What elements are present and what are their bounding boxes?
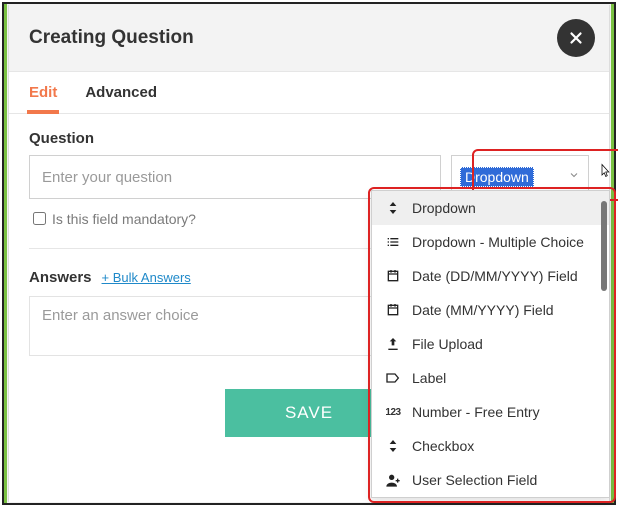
calendar-icon (384, 301, 402, 319)
dropdown-option-label: Date (MM/YYYY) Field (412, 302, 554, 318)
tab-edit[interactable]: Edit (29, 72, 57, 113)
mandatory-checkbox[interactable] (33, 212, 46, 225)
question-section-label: Question (29, 130, 589, 147)
dropdown-option-label: Label (412, 370, 446, 386)
upload-icon (384, 335, 402, 353)
mandatory-label: Is this field mandatory? (52, 211, 196, 227)
sort-icon (384, 437, 402, 455)
calendar-icon (384, 267, 402, 285)
number-icon: 123 (384, 403, 402, 421)
tab-advanced[interactable]: Advanced (85, 72, 157, 113)
question-type-selected-value: Dropdown (460, 167, 534, 187)
close-button[interactable] (557, 19, 595, 57)
dropdown-option-label: Date (DD/MM/YYYY) Field (412, 268, 578, 284)
dropdown-option[interactable]: Checkbox (372, 429, 609, 463)
dropdown-option[interactable]: User Selection Field (372, 463, 609, 497)
modal-title: Creating Question (29, 27, 194, 49)
user-icon (384, 471, 402, 489)
dropdown-option-label: File Upload (412, 336, 483, 352)
dropdown-option[interactable]: Dropdown - Multiple Choice (372, 225, 609, 259)
dropdown-option[interactable]: Dropdown (372, 191, 609, 225)
save-button[interactable]: SAVE (225, 389, 393, 437)
dropdown-option[interactable]: Date (DD/MM/YYYY) Field (372, 259, 609, 293)
answers-section-label: Answers (29, 269, 92, 286)
chevron-down-icon (568, 168, 580, 186)
dropdown-scrollbar[interactable] (601, 201, 607, 291)
dropdown-option-label: Checkbox (412, 438, 474, 454)
dropdown-option[interactable]: File Upload (372, 327, 609, 361)
close-icon (567, 29, 585, 47)
dropdown-option-label: Number - Free Entry (412, 404, 540, 420)
dropdown-option[interactable]: Date (MM/YYYY) Field (372, 293, 609, 327)
dropdown-option-label: Dropdown (412, 200, 476, 216)
bulk-answers-link[interactable]: + Bulk Answers (102, 270, 191, 285)
tag-icon (384, 369, 402, 387)
dropdown-option-label: User Selection Field (412, 472, 537, 488)
question-type-dropdown[interactable]: Dropdown Dropdown - Multiple Choice Date (… (371, 190, 610, 498)
dropdown-option[interactable]: 123 Number - Free Entry (372, 395, 609, 429)
tab-bar: Edit Advanced (9, 72, 609, 114)
sort-icon (384, 199, 402, 217)
list-icon (384, 233, 402, 251)
dropdown-option-label: Dropdown - Multiple Choice (412, 234, 584, 250)
modal-header: Creating Question (9, 5, 609, 72)
dropdown-option[interactable]: Label (372, 361, 609, 395)
